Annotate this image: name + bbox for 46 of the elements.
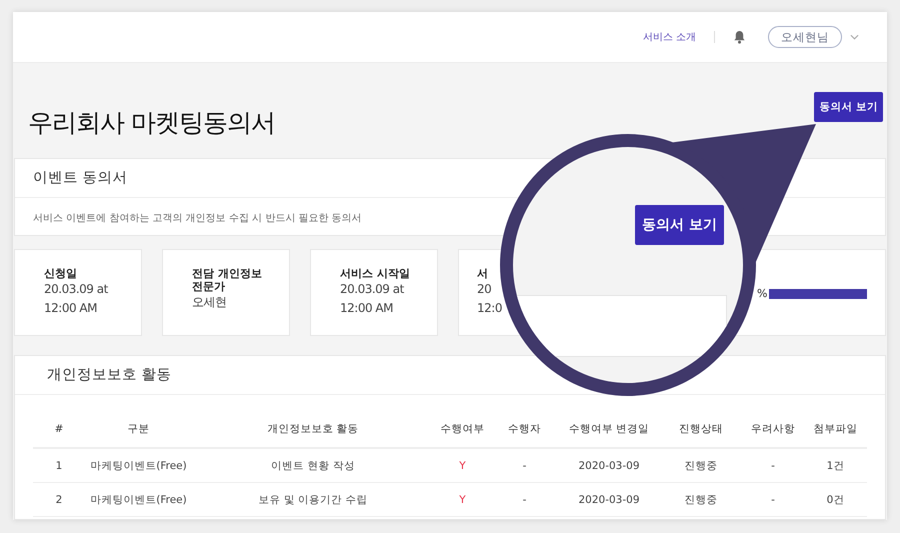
- info-label: 서비스 시작일: [340, 267, 411, 280]
- info-label: 신청일: [44, 267, 78, 280]
- nav-link[interactable]: 서비스 소개: [642, 30, 696, 44]
- table-cell: -: [491, 482, 558, 516]
- column-header: 우려사항: [742, 411, 804, 448]
- column-header: 첨부파일: [804, 411, 867, 448]
- table-cell: 2020-03-09: [558, 482, 660, 516]
- info-label: 전담 개인정보 전문가: [192, 267, 263, 293]
- table-cell: 0건: [804, 482, 867, 516]
- table-cell: 마케팅이벤트(Free): [85, 448, 192, 482]
- info-value: 20.03.09 at: [44, 281, 109, 298]
- table-cell: 1: [33, 448, 85, 482]
- info-value: 12:00 AM: [44, 300, 98, 317]
- table-cell: -: [742, 448, 804, 482]
- info-value: 20: [477, 281, 492, 298]
- column-header: 개인정보보호 활동: [192, 411, 434, 448]
- bell-icon[interactable]: [733, 30, 746, 44]
- table-cell: 진행중: [660, 448, 742, 482]
- user-menu-button[interactable]: 오세현님: [768, 26, 842, 48]
- view-consent-button[interactable]: 동의서 보기: [814, 92, 883, 122]
- info-label: 서: [477, 267, 489, 280]
- progress-reading: %: [757, 287, 768, 300]
- column-header: 수행여부: [434, 411, 491, 448]
- magnified-view-button[interactable]: 동의서 보기: [635, 205, 724, 245]
- table-cell: 이벤트 현황 작성: [192, 448, 434, 482]
- info-value: 12:0: [477, 300, 503, 317]
- column-header: 구분: [85, 411, 192, 448]
- column-header: #: [33, 411, 85, 448]
- column-header: 진행상태: [660, 411, 742, 448]
- card-description: 서비스 이벤트에 참여하는 고객의 개인정보 수집 시 반드시 필요한 동의서: [33, 213, 362, 224]
- table-cell: -: [742, 482, 804, 516]
- table-cell: Y: [434, 482, 491, 516]
- column-header: 수행여부 변경일: [558, 411, 660, 448]
- table-cell: 1건: [804, 448, 867, 482]
- table-cell: 진행중: [660, 482, 742, 516]
- info-value: 오세현: [192, 294, 228, 311]
- table-cell: Y: [434, 448, 491, 482]
- table-cell: -: [491, 448, 558, 482]
- table-cell: 보유 및 이용기간 수립: [192, 482, 434, 516]
- table-cell: 마케팅이벤트(Free): [85, 482, 192, 516]
- table-cell: 2: [33, 482, 85, 516]
- column-header: 수행자: [491, 411, 558, 448]
- page-title: 우리회사 마켓팅동의서: [28, 107, 275, 139]
- info-value: 20.03.09 at: [340, 281, 405, 298]
- info-value: 12:00 AM: [340, 300, 394, 317]
- table-cell: 2020-03-09: [558, 448, 660, 482]
